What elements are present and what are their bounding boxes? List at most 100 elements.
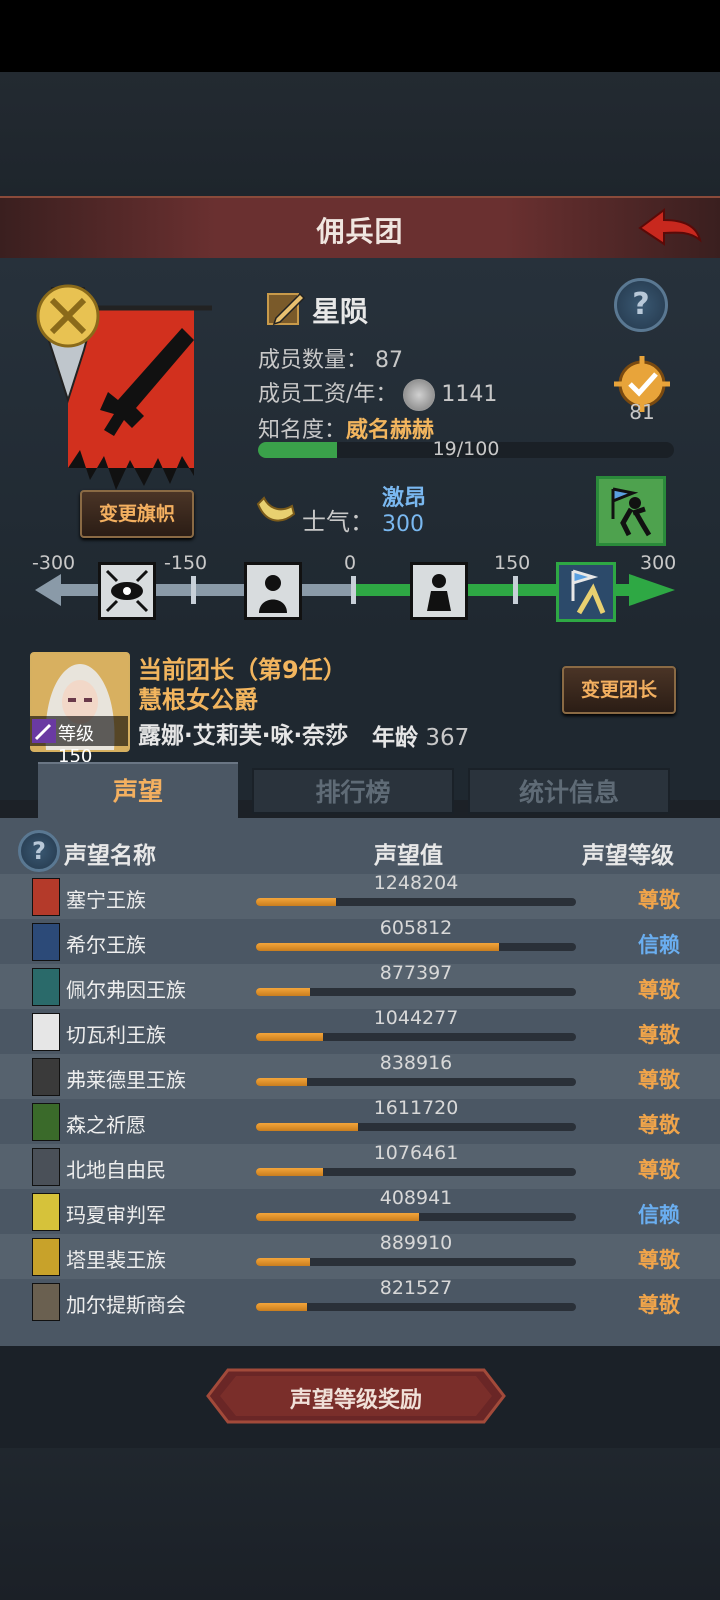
help-icon[interactable]: ?	[614, 278, 668, 332]
member-count-value: 87	[375, 348, 404, 373]
table-row[interactable]: 加尔提斯商会 821527 尊敬	[0, 1277, 720, 1324]
leader-age-row: 年龄 367	[372, 718, 469, 752]
inspired-soldier-icon	[559, 565, 613, 619]
reputation-bar-fill	[256, 898, 336, 906]
faction-name: 佩尔弗因王族	[66, 978, 186, 1002]
banner-flag-icon[interactable]	[32, 280, 222, 500]
table-row[interactable]: 弗莱德里王族 838916 尊敬	[0, 1052, 720, 1099]
reputation-value: 821527	[379, 1277, 453, 1299]
reputation-bar	[256, 1303, 576, 1311]
reputation-value: 1044277	[373, 1007, 459, 1029]
silver-coin-icon	[403, 379, 436, 411]
reputation-level: 信赖	[638, 933, 680, 957]
reputation-value: 1076461	[373, 1142, 459, 1164]
reputation-rows: 塞宁王族 1248204 尊敬 希尔王族 605812 信赖 佩尔弗因王族 877397 尊敬切…	[0, 872, 720, 1334]
reputation-table: ? 声望名称 声望值 声望等级 塞宁王族 1248204 尊敬 希尔王族 605812 信…	[0, 818, 720, 1346]
reputation-bar	[256, 1213, 576, 1221]
table-row[interactable]: 塞宁王族 1248204 尊敬	[0, 872, 720, 919]
company-name: 星陨	[312, 295, 369, 328]
tab-statistics[interactable]: 统计信息	[468, 768, 670, 814]
header-reputation-value: 声望值	[374, 843, 443, 869]
reputation-bar-fill	[256, 1123, 359, 1131]
page-title: 佣兵团	[316, 215, 404, 248]
reputation-level: 尊敬	[638, 1023, 680, 1047]
background-bottom	[0, 1448, 720, 1600]
table-header: ? 声望名称 声望值 声望等级	[0, 830, 720, 872]
reputation-value: 605812	[379, 917, 453, 939]
leader-rank: 慧根女公爵	[138, 686, 258, 714]
reputation-bar	[256, 1078, 576, 1086]
change-banner-button[interactable]: 变更旗帜	[80, 490, 194, 538]
faction-name: 塞宁王族	[66, 888, 146, 912]
reputation-level: 尊敬	[638, 1113, 680, 1137]
horn-icon	[256, 496, 296, 522]
morale-tile-despair	[244, 562, 302, 620]
leader-level: 等级150	[58, 724, 94, 767]
faction-crest-icon	[32, 923, 60, 961]
reputation-value: 1248204	[373, 872, 459, 894]
reputation-level: 尊敬	[638, 888, 680, 912]
crying-figure-icon	[247, 565, 299, 617]
table-row[interactable]: 玛夏审判军 408941 信赖	[0, 1187, 720, 1234]
leader-level-badge: 等级150	[30, 716, 128, 767]
tab-reputation[interactable]: 声望	[38, 762, 238, 818]
edit-name-icon[interactable]	[266, 288, 306, 328]
reputation-value: 877397	[379, 962, 453, 984]
morale-status-tile[interactable]	[596, 476, 666, 546]
reputation-level: 尊敬	[638, 1248, 680, 1272]
reputation-bar	[256, 1123, 576, 1131]
reputation-bar	[256, 988, 576, 996]
footer: 声望等级奖励	[0, 1346, 720, 1448]
header-faction-name: 声望名称	[64, 843, 156, 869]
reputation-bar-fill	[256, 1033, 324, 1041]
change-leader-button[interactable]: 变更团长	[562, 666, 676, 714]
wand-icon	[32, 719, 56, 743]
faction-name: 希尔王族	[66, 933, 146, 957]
table-row[interactable]: 塔里裴王族 889910 尊敬	[0, 1232, 720, 1279]
reputation-bar-fill	[256, 943, 500, 951]
reputation-value: 889910	[379, 1232, 453, 1254]
morale-label: 士气：	[302, 508, 374, 536]
faction-name: 玛夏审判军	[66, 1203, 166, 1227]
reputation-level: 尊敬	[638, 1158, 680, 1182]
faction-crest-icon	[32, 1058, 60, 1096]
reputation-bar	[256, 1258, 576, 1266]
fame-badge-value: 81	[629, 400, 655, 424]
faction-name: 塔里裴王族	[66, 1248, 166, 1272]
company-panel: 变更旗帜 星陨 ? 成员数量： 87 成员工资/年： 1141 知名度：威名赫赫 …	[0, 258, 720, 640]
faction-crest-icon	[32, 878, 60, 916]
reward-button-label[interactable]: 声望等级奖励	[206, 1382, 506, 1414]
table-help-icon[interactable]: ?	[18, 830, 60, 872]
morale-tile-panic	[98, 562, 156, 620]
member-count-row: 成员数量： 87	[258, 342, 403, 374]
table-row[interactable]: 北地自由民 1076461 尊敬	[0, 1142, 720, 1189]
reputation-bar	[256, 1168, 576, 1176]
reputation-bar	[256, 1033, 576, 1041]
table-row[interactable]: 佩尔弗因王族 877397 尊敬	[0, 962, 720, 1009]
table-row[interactable]: 希尔王族 605812 信赖	[0, 917, 720, 964]
faction-crest-icon	[32, 968, 60, 1006]
reputation-bar-fill	[256, 1258, 311, 1266]
faction-crest-icon	[32, 1103, 60, 1141]
morale-value: 300	[382, 512, 424, 537]
morale-state: 激昂	[382, 486, 427, 511]
leader-name: 露娜·艾莉芙·咏·奈莎	[138, 723, 349, 749]
morale-tile-calm	[410, 562, 468, 620]
reputation-bar	[256, 943, 576, 951]
reputation-level: 尊敬	[638, 1293, 680, 1317]
faction-crest-icon	[32, 1283, 60, 1321]
table-row[interactable]: 森之祈愿 1611720 尊敬	[0, 1097, 720, 1144]
reputation-value: 1611720	[373, 1097, 459, 1119]
wage-row: 成员工资/年： 1141	[258, 376, 497, 411]
back-arrow-icon[interactable]	[636, 206, 704, 250]
reputation-level: 尊敬	[638, 978, 680, 1002]
reputation-value: 408941	[379, 1187, 453, 1209]
tab-ranking[interactable]: 排行榜	[252, 768, 454, 814]
faction-crest-icon	[32, 1013, 60, 1051]
fame-progress-text: 19/100	[432, 438, 500, 460]
header-bar: 佣兵团	[0, 196, 720, 260]
faction-crest-icon	[32, 1238, 60, 1276]
reputation-bar	[256, 898, 576, 906]
table-row[interactable]: 切瓦利王族 1044277 尊敬	[0, 1007, 720, 1054]
faction-name: 弗莱德里王族	[66, 1068, 186, 1092]
